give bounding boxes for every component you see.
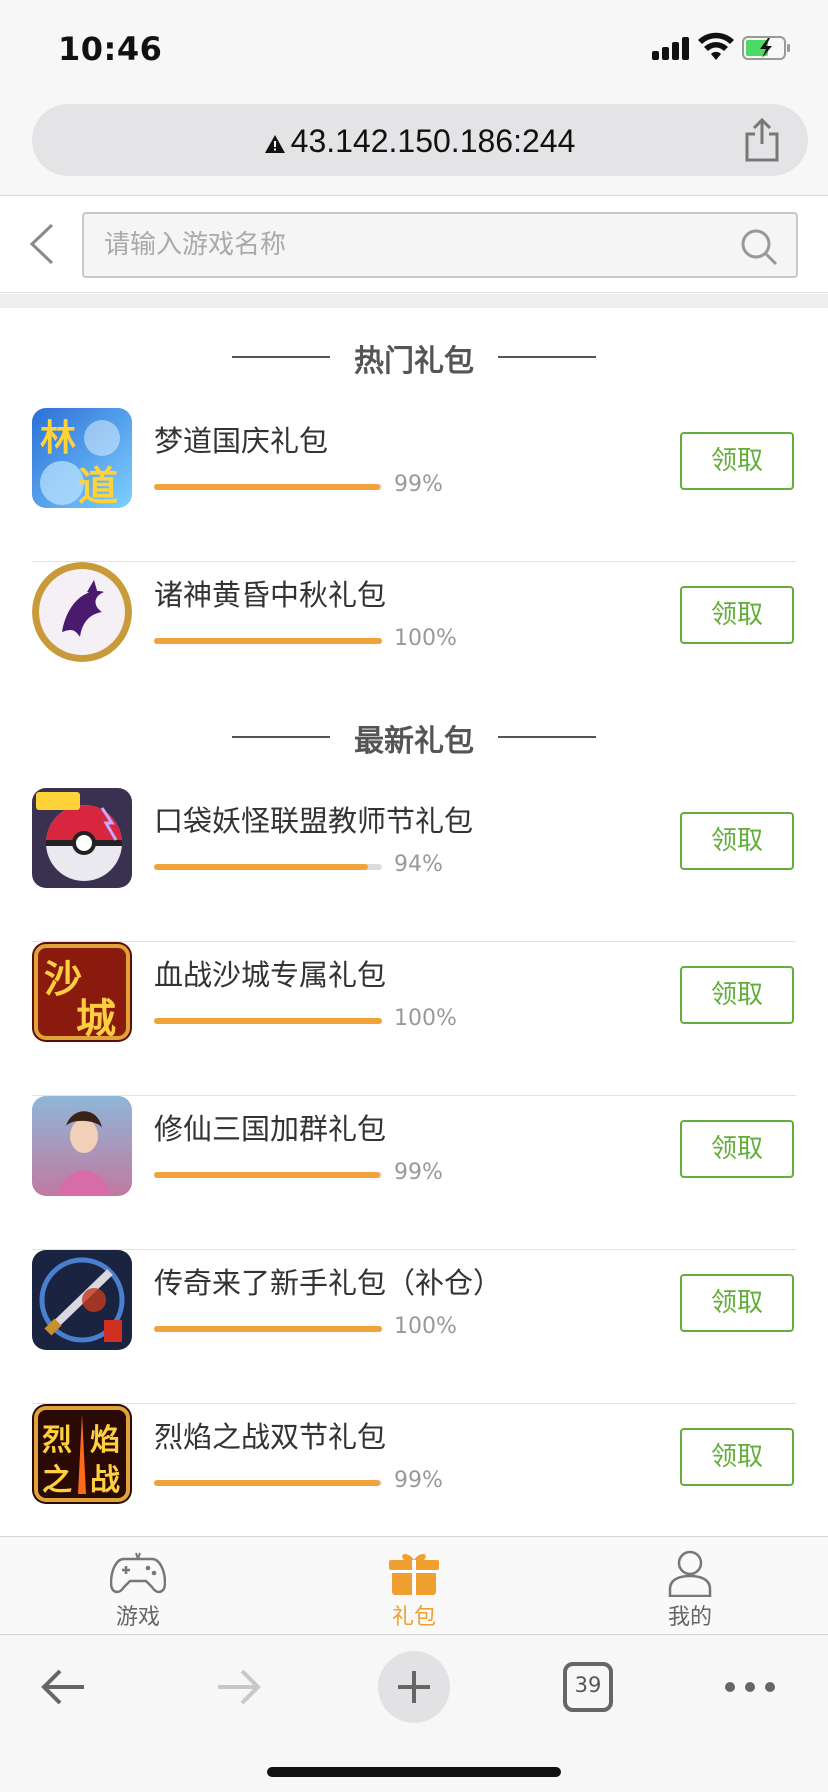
bottom-tab-bar: 游戏 礼包 我的 (0, 1536, 828, 1634)
section-title-text: 最新礼包 (354, 724, 474, 759)
gift-name: 梦道国庆礼包 (154, 424, 329, 458)
progress-fill (154, 1172, 380, 1178)
tab-gifts[interactable]: 礼包 (344, 1537, 484, 1635)
progress-fill (154, 638, 382, 644)
svg-text:之: 之 (42, 1463, 72, 1498)
svg-text:道: 道 (78, 464, 118, 508)
gift-list-item: 沙 城 血战沙城专属礼包 100% 领取 (32, 942, 796, 1096)
wifi-icon (698, 32, 734, 60)
search-box (82, 212, 798, 278)
title-rule (498, 356, 596, 358)
game-icon-shacheng: 沙 城 (32, 942, 132, 1042)
progress-fill (154, 1018, 382, 1024)
claim-percent: 94% (394, 852, 443, 877)
svg-text:沙: 沙 (44, 957, 82, 1001)
game-icon-chuanqi (32, 1250, 132, 1350)
gift-list-item: 诸神黄昏中秋礼包 100% 领取 (32, 562, 796, 716)
claim-progress-bar (154, 484, 382, 490)
forward-arrow-icon[interactable] (198, 1647, 278, 1727)
progress-fill (154, 1480, 380, 1486)
battery-icon (742, 36, 790, 60)
tab-games[interactable]: 游戏 (68, 1537, 208, 1635)
gift-name: 诸神黄昏中秋礼包 (154, 578, 387, 612)
gift-list-item: 口袋妖怪联盟教师节礼包 94% 领取 (32, 788, 796, 942)
svg-text:城: 城 (76, 996, 116, 1042)
claim-progress-bar (154, 864, 382, 870)
cellular-signal-icon (652, 36, 692, 60)
gift-list-item: 传奇来了新手礼包（补仓） 100% 领取 (32, 1250, 796, 1404)
claim-button[interactable]: 领取 (680, 1120, 794, 1178)
gift-name: 烈焰之战双节礼包 (154, 1420, 387, 1454)
claim-button[interactable]: 领取 (680, 1428, 794, 1486)
section-title-new: 最新礼包 (0, 712, 828, 762)
claim-button[interactable]: 领取 (680, 1274, 794, 1332)
progress-fill (154, 1326, 382, 1332)
browser-toolbar: 39 (0, 1634, 828, 1792)
claim-button[interactable]: 领取 (680, 432, 794, 490)
claim-progress-bar (154, 1172, 382, 1178)
claim-progress-bar (154, 1480, 382, 1486)
claim-progress-bar (154, 1326, 382, 1332)
tabs-count-button[interactable]: 39 (548, 1647, 628, 1727)
claim-percent: 100% (394, 1314, 457, 1339)
claim-progress-bar (154, 638, 382, 644)
section-title-text: 热门礼包 (354, 344, 474, 379)
gift-list-item: 烈 焰 之 战 烈焰之战双节礼包 99% 领取 (32, 1404, 796, 1558)
tab-mine[interactable]: 我的 (620, 1537, 760, 1635)
tab-label: 游戏 (115, 1605, 160, 1630)
search-header (0, 197, 828, 293)
share-icon[interactable] (742, 118, 782, 162)
status-time: 10:46 (58, 30, 163, 68)
svg-text:林: 林 (40, 418, 76, 459)
game-icon-lieyan: 烈 焰 之 战 (32, 1404, 132, 1504)
tab-label: 礼包 (391, 1605, 436, 1630)
svg-text:烈: 烈 (42, 1423, 72, 1458)
svg-text:战: 战 (90, 1463, 120, 1498)
gift-name: 传奇来了新手礼包（补仓） (154, 1266, 503, 1300)
claim-button[interactable]: 领取 (680, 812, 794, 870)
game-icon-dragon (32, 562, 132, 662)
claim-percent: 99% (394, 472, 443, 497)
search-input[interactable] (104, 214, 724, 276)
svg-text:焰: 焰 (90, 1423, 120, 1458)
game-icon-mengdao: 林 道 (32, 408, 132, 508)
url-text: 43.142.150.186:244 (290, 123, 576, 159)
game-icon-xiuxian (32, 1096, 132, 1196)
divider-strip (0, 294, 828, 308)
gift-name: 口袋妖怪联盟教师节礼包 (154, 804, 474, 838)
user-icon (668, 1550, 712, 1597)
warning-icon (264, 134, 285, 153)
back-arrow-icon[interactable] (24, 1647, 104, 1727)
url-display[interactable]: 43.142.150.186:244 (32, 123, 808, 160)
claim-percent: 99% (394, 1468, 443, 1493)
claim-percent: 100% (394, 626, 457, 651)
more-menu-icon[interactable] (710, 1647, 790, 1727)
progress-fill (154, 864, 369, 870)
section-title-hot: 热门礼包 (0, 332, 828, 382)
title-rule (498, 736, 596, 738)
claim-progress-bar (154, 1018, 382, 1024)
claim-percent: 100% (394, 1006, 457, 1031)
gift-name: 血战沙城专属礼包 (154, 958, 387, 992)
gamepad-icon (110, 1552, 166, 1594)
gift-icon (389, 1553, 439, 1595)
tab-label: 我的 (667, 1605, 712, 1630)
claim-button[interactable]: 领取 (680, 586, 794, 644)
claim-percent: 99% (394, 1160, 443, 1185)
gift-name: 修仙三国加群礼包 (154, 1112, 387, 1146)
search-icon[interactable] (740, 228, 778, 266)
back-chevron-icon[interactable] (24, 221, 64, 267)
game-icon-pokeball (32, 788, 132, 888)
gift-list-item: 林 道 梦道国庆礼包 99% 领取 (32, 408, 796, 562)
gift-list-item: 修仙三国加群礼包 99% 领取 (32, 1096, 796, 1250)
home-indicator (267, 1767, 561, 1777)
status-bar: 10:46 (0, 0, 828, 96)
progress-fill (154, 484, 380, 490)
address-bar[interactable]: 43.142.150.186:244 (32, 104, 808, 176)
new-tab-plus-icon[interactable] (374, 1647, 454, 1727)
claim-button[interactable]: 领取 (680, 966, 794, 1024)
browser-url-area: 43.142.150.186:244 (0, 96, 828, 196)
tabs-count: 39 (574, 1673, 602, 1697)
